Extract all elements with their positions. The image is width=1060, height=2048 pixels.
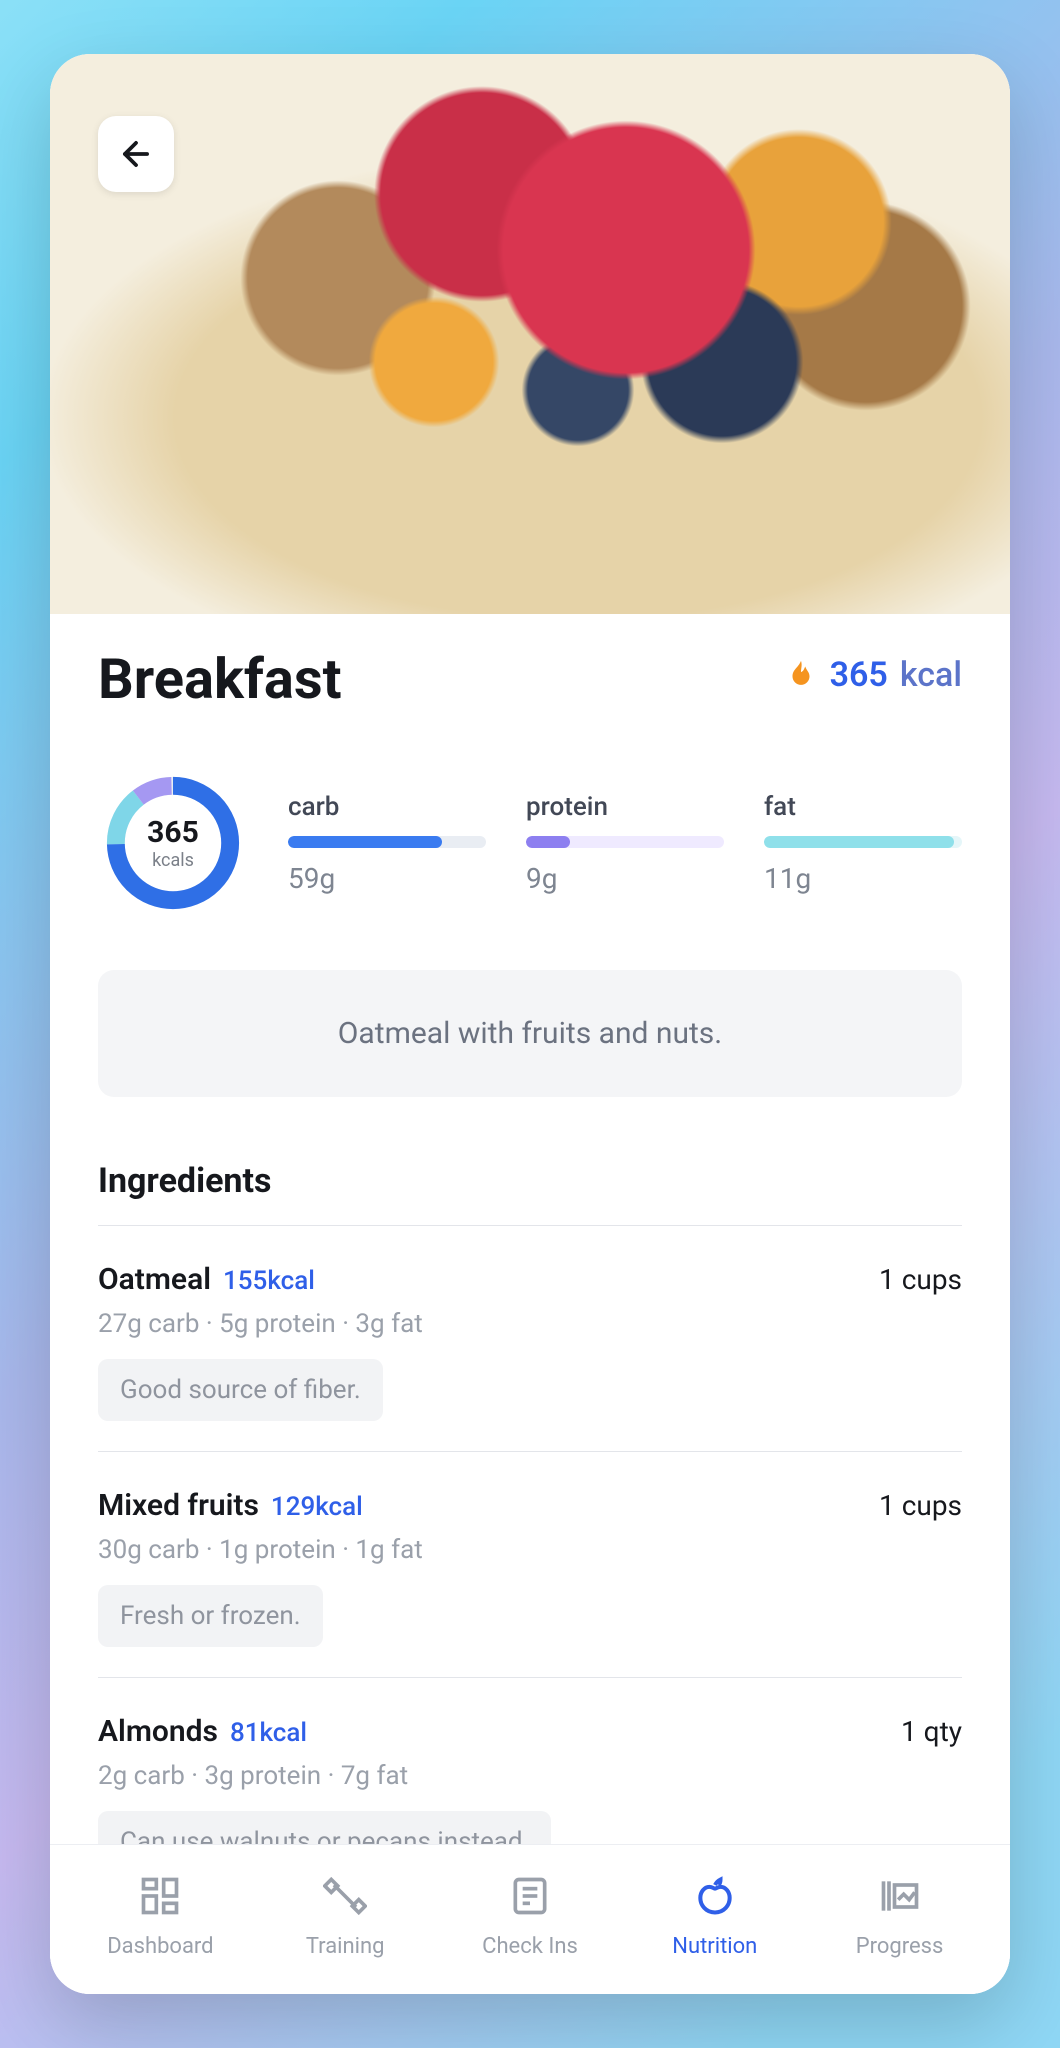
macro-fat: fat 11g	[764, 792, 962, 895]
app-screen: Breakfast 365 kcal 365 kcals	[50, 54, 1010, 1994]
ingredient-name: Mixed fruits	[98, 1488, 259, 1523]
dashboard-icon	[138, 1874, 182, 1924]
tab-training[interactable]: Training	[253, 1874, 438, 1959]
meal-title: Breakfast	[98, 646, 342, 712]
tab-dashboard[interactable]: Dashboard	[68, 1874, 253, 1959]
tab-label: Dashboard	[107, 1934, 213, 1959]
back-button[interactable]	[98, 116, 174, 192]
progress-icon	[878, 1874, 922, 1924]
tab-label: Check Ins	[482, 1934, 578, 1959]
macro-label: carb	[288, 792, 486, 822]
checkins-icon	[508, 1874, 552, 1924]
tab-label: Training	[306, 1934, 385, 1959]
meal-card: Breakfast 365 kcal 365 kcals	[50, 574, 1010, 1994]
ingredient-calories: 155kcal	[223, 1266, 315, 1296]
tab-nutrition[interactable]: Nutrition	[622, 1874, 807, 1959]
macro-bar	[288, 836, 486, 848]
ingredients-list: Oatmeal 155kcal 1 cups 27g carb · 5g prot…	[98, 1225, 962, 1903]
donut-value: 365	[147, 815, 199, 850]
ingredient-qty: 1 cups	[879, 1489, 962, 1522]
tab-checkins[interactable]: Check Ins	[438, 1874, 623, 1959]
macro-carb: carb 59g	[288, 792, 486, 895]
training-icon	[323, 1874, 367, 1924]
ingredients-heading: Ingredients	[98, 1161, 962, 1201]
macro-bar	[526, 836, 724, 848]
flame-icon	[784, 655, 818, 704]
macro-bar	[764, 836, 962, 848]
ingredient-macros: 2g carb · 3g protein · 7g fat	[98, 1761, 962, 1791]
macro-value: 59g	[288, 862, 486, 895]
macro-value: 11g	[764, 862, 962, 895]
ingredient-calories: 81kcal	[230, 1718, 307, 1748]
ingredient-note: Fresh or frozen.	[98, 1585, 323, 1647]
ingredient-qty: 1 qty	[901, 1715, 962, 1748]
macro-donut: 365 kcals	[98, 768, 248, 918]
macro-protein: protein 9g	[526, 792, 724, 895]
ingredient-qty: 1 cups	[879, 1263, 962, 1296]
ingredient-item[interactable]: Mixed fruits 129kcal 1 cups 30g carb · 1g…	[98, 1451, 962, 1677]
calories-unit: kcal	[900, 655, 962, 695]
meal-hero-image	[50, 54, 1010, 614]
calories-value: 365	[830, 655, 888, 695]
macro-value: 9g	[526, 862, 724, 895]
calories-chip: 365 kcal	[784, 655, 962, 704]
macro-label: protein	[526, 792, 724, 822]
donut-unit: kcals	[152, 850, 194, 871]
ingredient-item[interactable]: Oatmeal 155kcal 1 cups 27g carb · 5g prot…	[98, 1225, 962, 1451]
tab-progress[interactable]: Progress	[807, 1874, 992, 1959]
bottom-tab-bar: Dashboard Training Check Ins Nutrition Progr…	[50, 1844, 1010, 1994]
ingredient-macros: 30g carb · 1g protein · 1g fat	[98, 1535, 962, 1565]
macro-label: fat	[764, 792, 962, 822]
ingredient-macros: 27g carb · 5g protein · 3g fat	[98, 1309, 962, 1339]
nutrition-icon	[693, 1874, 737, 1924]
tab-label: Nutrition	[672, 1934, 757, 1959]
ingredient-note: Good source of fiber.	[98, 1359, 383, 1421]
ingredient-name: Almonds	[98, 1714, 218, 1749]
ingredient-calories: 129kcal	[271, 1492, 363, 1522]
tab-label: Progress	[856, 1934, 944, 1959]
ingredient-name: Oatmeal	[98, 1262, 211, 1297]
arrow-left-icon	[117, 135, 155, 173]
meal-description: Oatmeal with fruits and nuts.	[98, 970, 962, 1097]
